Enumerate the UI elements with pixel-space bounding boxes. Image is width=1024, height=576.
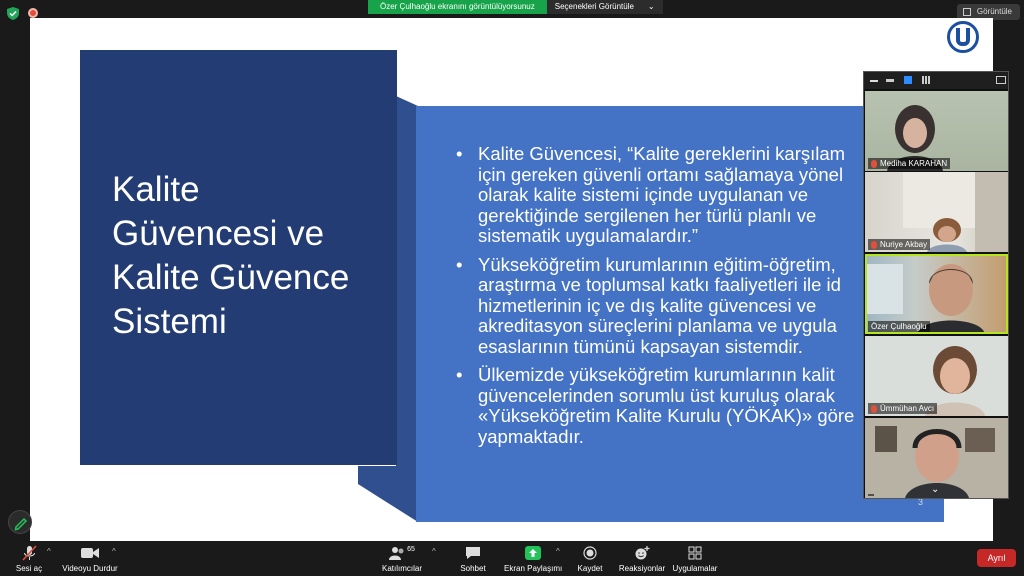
mic-muted-icon xyxy=(871,404,877,413)
apps-label: Uygulamalar xyxy=(672,564,718,573)
slide-title-line: Sistemi xyxy=(112,302,227,341)
gallery-header xyxy=(864,72,1008,89)
participant-tile[interactable]: ⌄ xyxy=(865,418,1008,498)
video-gallery-panel: Mediha KARAHAN Nuriye Akbay Özer Çulhaoğ… xyxy=(863,71,1009,499)
mic-muted-icon xyxy=(871,240,877,249)
reactions-button[interactable]: Reaksiyonlar xyxy=(618,545,666,573)
participant-name-label: Nuriye Akbay xyxy=(868,239,931,250)
zoom-meeting-window: Özer Çulhaoğlu ekranını görüntülüyorsunu… xyxy=(0,0,1024,576)
shared-screen: Kalite Güvencesi ve Kalite Güvence Siste… xyxy=(30,18,993,541)
speaker-view-icon[interactable] xyxy=(904,76,912,84)
video-options-caret-icon[interactable]: ^ xyxy=(112,547,116,556)
chat-button[interactable]: Sohbet xyxy=(456,545,490,573)
view-options-button[interactable]: Seçenekleri Görüntüle ⌄ xyxy=(546,0,663,14)
view-options-label: Seçenekleri Görüntüle xyxy=(554,2,634,11)
leave-meeting-button[interactable]: Ayrıl xyxy=(977,549,1016,567)
stop-video-button[interactable]: Videoyu Durdur xyxy=(60,545,120,573)
participants-count: 65 xyxy=(407,545,415,553)
participants-icon xyxy=(389,547,404,560)
scroll-down-chevron-icon[interactable]: ⌄ xyxy=(931,484,939,495)
participant-name-label: Ümmühan Avcı xyxy=(868,403,938,414)
audio-options-caret-icon[interactable]: ^ xyxy=(47,547,51,556)
participants-button[interactable]: 65 Katılımcılar xyxy=(380,545,424,574)
meeting-toolbar: Sesi aç ^ Videoyu Durdur ^ 65 Katılımcıl… xyxy=(0,541,1024,576)
reactions-label: Reaksiyonlar xyxy=(618,564,666,573)
share-options-caret-icon[interactable]: ^ xyxy=(556,547,560,556)
university-logo xyxy=(947,21,979,53)
view-button-label: Görüntüle xyxy=(976,7,1012,16)
slide-title-line: Güvencesi ve xyxy=(112,214,325,253)
mic-muted-icon xyxy=(22,545,37,561)
slide-title-line: Kalite xyxy=(112,170,200,209)
minimize-icon[interactable] xyxy=(870,76,878,82)
participant-tile-active-speaker[interactable]: Özer Çulhaoğlu xyxy=(865,254,1008,334)
participants-label: Katılımcılar xyxy=(381,564,422,573)
gallery-view-icon[interactable] xyxy=(922,76,931,84)
share-status-text: Özer Çulhaoğlu ekranını görüntülüyorsunu… xyxy=(368,0,547,14)
grid-view-icon xyxy=(962,8,971,16)
share-screen-label: Ekran Paylaşımı xyxy=(504,564,563,573)
mic-muted-icon xyxy=(871,159,877,168)
share-screen-icon xyxy=(525,546,541,560)
apps-icon xyxy=(688,546,702,560)
unmute-button[interactable]: Sesi aç xyxy=(12,545,46,573)
annotate-pencil-button[interactable] xyxy=(8,510,32,534)
pencil-icon xyxy=(14,517,28,531)
apps-button[interactable]: Uygulamalar xyxy=(670,545,720,573)
participant-name: Ümmühan Avcı xyxy=(880,404,935,413)
logo-mark xyxy=(956,28,970,46)
participant-name-label: Özer Çulhaoğlu xyxy=(868,321,930,332)
pop-out-icon[interactable] xyxy=(996,76,1006,84)
record-icon xyxy=(583,546,597,560)
participant-tile[interactable]: Ümmühan Avcı xyxy=(865,336,1008,416)
record-label: Kaydet xyxy=(577,564,603,573)
participant-tile[interactable]: Nuriye Akbay xyxy=(865,172,1008,252)
participant-name: Nuriye Akbay xyxy=(880,240,928,249)
hide-video-icon[interactable] xyxy=(886,79,894,82)
chat-label: Sohbet xyxy=(460,564,486,573)
smiley-plus-icon xyxy=(635,546,650,560)
record-button[interactable]: Kaydet xyxy=(575,545,605,573)
slide-title-box: Kalite Güvencesi ve Kalite Güvence Siste… xyxy=(80,50,397,465)
screen-share-banner: Özer Çulhaoğlu ekranını görüntülüyorsunu… xyxy=(368,0,663,14)
participant-name-label xyxy=(868,494,874,496)
participants-caret-icon[interactable]: ^ xyxy=(432,547,436,556)
chat-bubble-icon xyxy=(466,547,480,559)
slide-title-line: Kalite Güvence xyxy=(112,258,350,297)
slide-title: Kalite Güvencesi ve Kalite Güvence Siste… xyxy=(112,168,392,344)
shield-icon[interactable] xyxy=(7,7,19,20)
unmute-label: Sesi aç xyxy=(15,564,43,573)
stop-video-label: Videoyu Durdur xyxy=(62,564,118,573)
recording-indicator-icon[interactable] xyxy=(28,8,38,18)
participant-name-label: Mediha KARAHAN xyxy=(868,158,951,169)
chevron-down-icon: ⌄ xyxy=(647,2,655,11)
share-screen-button[interactable]: Ekran Paylaşımı xyxy=(504,545,562,573)
video-camera-icon xyxy=(81,548,99,558)
participant-tile[interactable]: Mediha KARAHAN xyxy=(865,91,1008,171)
participant-name: Mediha KARAHAN xyxy=(880,159,948,168)
participant-name: Özer Çulhaoğlu xyxy=(871,322,927,331)
